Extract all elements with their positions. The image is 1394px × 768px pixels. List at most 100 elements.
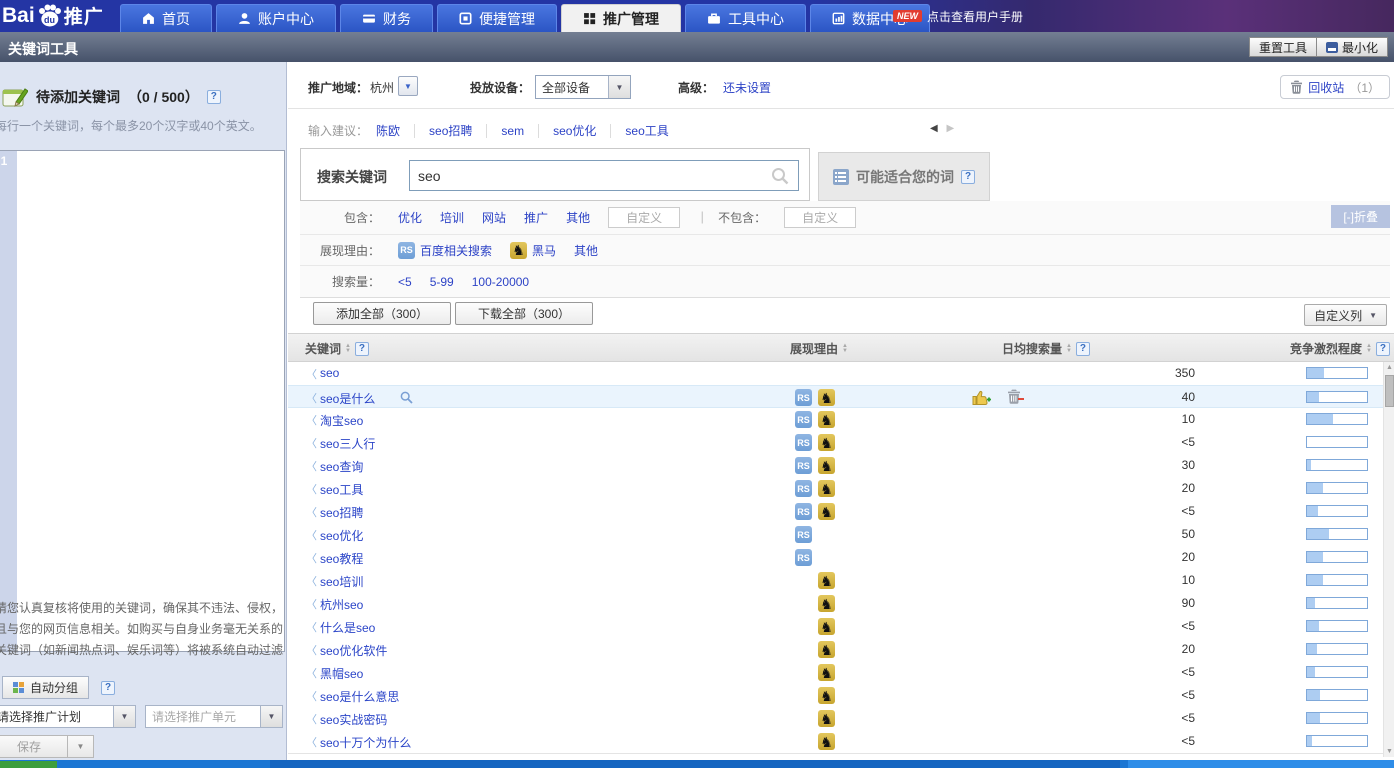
sort-icon[interactable]: ▲▼: [345, 344, 351, 354]
save-dropdown-arrow[interactable]: ▼: [68, 735, 94, 758]
exclude-custom-button[interactable]: 自定义: [784, 207, 856, 228]
reset-tool-button[interactable]: 重置工具: [1249, 37, 1317, 57]
pager-next-icon[interactable]: ▶: [946, 123, 954, 134]
table-row[interactable]: 〈 seo RS ♞ 35: [288, 362, 1384, 385]
table-row[interactable]: 〈 seo优化 RS ♞: [288, 523, 1384, 546]
add-keyword-thumb-icon[interactable]: [972, 389, 993, 409]
table-row[interactable]: 〈 seo是什么 RS ♞: [288, 385, 1384, 408]
include-option-link[interactable]: 推广: [524, 209, 548, 226]
suggestion-link[interactable]: sem: [486, 124, 538, 138]
table-row[interactable]: 〈 seo十万个为什么 RS ♞: [288, 730, 1384, 753]
vertical-scrollbar[interactable]: ▲ ▼: [1383, 362, 1394, 757]
delete-keyword-trash-icon[interactable]: [1007, 389, 1024, 409]
column-header-competition[interactable]: 竞争激烈程度 ▲▼ ?: [1290, 334, 1390, 363]
nav-tab-2[interactable]: 账户中心: [216, 4, 336, 32]
custom-columns-button[interactable]: 自定义列 ▼: [1304, 304, 1387, 326]
keyword-link[interactable]: seo是什么意思: [320, 688, 399, 705]
suggestion-link[interactable]: seo优化: [538, 124, 610, 138]
sort-icon[interactable]: ▲▼: [842, 344, 848, 354]
keyword-link[interactable]: seo教程: [320, 550, 363, 567]
keyword-link[interactable]: seo工具: [320, 481, 363, 498]
filter-darkhorse[interactable]: 黑马: [532, 242, 556, 259]
help-icon[interactable]: ?: [961, 170, 975, 184]
tab-suitable-words[interactable]: 可能适合您的词 ?: [818, 152, 990, 201]
nav-tab-3[interactable]: 财务: [340, 4, 433, 32]
keyword-link[interactable]: seo是什么: [320, 390, 375, 407]
keyword-link[interactable]: 黑帽seo: [320, 665, 363, 682]
pager-prev-icon[interactable]: ◀: [930, 123, 938, 134]
keyword-link[interactable]: 什么是seo: [320, 619, 375, 636]
region-dropdown-button[interactable]: ▼: [398, 76, 418, 96]
nav-tab-5[interactable]: 推广管理: [561, 4, 681, 32]
filter-baidu-related-search[interactable]: 百度相关搜索: [420, 242, 492, 259]
help-icon[interactable]: ?: [1376, 342, 1390, 356]
suggestion-link[interactable]: seo招聘: [414, 124, 486, 138]
nav-tab-4[interactable]: 便捷管理: [437, 4, 557, 32]
include-option-link[interactable]: 培训: [440, 209, 464, 226]
advanced-settings-link[interactable]: 还未设置: [723, 79, 771, 96]
keyword-link[interactable]: seo十万个为什么: [320, 734, 411, 751]
suggestion-link[interactable]: seo工具: [610, 124, 682, 138]
include-custom-button[interactable]: 自定义: [608, 207, 680, 228]
magnifier-icon[interactable]: [400, 391, 413, 407]
campaign-select[interactable]: 请选择推广计划 ▼: [0, 705, 136, 728]
nav-tab-6[interactable]: 工具中心: [685, 4, 806, 32]
collapse-toggle[interactable]: [-]折叠: [1331, 205, 1390, 228]
volume-option-link[interactable]: <5: [398, 275, 412, 289]
minimize-button[interactable]: 最小化: [1317, 37, 1388, 57]
scroll-up-arrow-icon[interactable]: ▲: [1384, 362, 1394, 373]
table-row[interactable]: 〈 seo三人行 RS ♞: [288, 431, 1384, 454]
table-row[interactable]: 〈 seo实战密码 RS ♞: [288, 707, 1384, 730]
scroll-down-arrow-icon[interactable]: ▼: [1384, 746, 1394, 757]
volume-option-link[interactable]: 100-20000: [472, 275, 529, 289]
table-row[interactable]: 〈 seo招聘 RS ♞: [288, 500, 1384, 523]
scrollbar-thumb[interactable]: [1385, 375, 1394, 407]
device-select[interactable]: 全部设备 ▼: [535, 75, 631, 99]
help-icon[interactable]: ?: [101, 681, 115, 695]
download-all-button[interactable]: 下载全部（300）: [455, 302, 593, 325]
include-option-link[interactable]: 网站: [482, 209, 506, 226]
table-row[interactable]: 〈 seo工具 RS ♞: [288, 477, 1384, 500]
recycle-bin-button[interactable]: 回收站 （1）: [1280, 75, 1390, 99]
include-option-link[interactable]: 优化: [398, 209, 422, 226]
keyword-link[interactable]: seo优化软件: [320, 642, 387, 659]
table-row[interactable]: 〈 seo是什么意思 RS ♞: [288, 684, 1384, 707]
save-button[interactable]: 保存: [0, 735, 68, 758]
keyword-link[interactable]: seo三人行: [320, 435, 375, 452]
keyword-link[interactable]: seo优化: [320, 527, 363, 544]
column-header-daily-volume[interactable]: 日均搜索量 ▲▼ ?: [1002, 334, 1090, 363]
adgroup-select[interactable]: 请选择推广单元 ▼: [145, 705, 283, 728]
keyword-link[interactable]: 杭州seo: [320, 596, 363, 613]
add-all-button[interactable]: 添加全部（300）: [313, 302, 451, 325]
suggestion-link[interactable]: 陈欧: [368, 124, 414, 138]
table-row[interactable]: 〈 seo培训 RS ♞: [288, 569, 1384, 592]
keyword-link[interactable]: seo招聘: [320, 504, 363, 521]
user-manual-link[interactable]: 点击查看用户手册: [927, 8, 1023, 25]
nav-tab-1[interactable]: 首页: [120, 4, 212, 32]
search-icon[interactable]: [771, 167, 789, 188]
column-header-keyword[interactable]: 关键词 ▲▼ ?: [305, 334, 369, 363]
keyword-link[interactable]: 淘宝seo: [320, 412, 363, 429]
keyword-link[interactable]: seo培训: [320, 573, 363, 590]
help-icon[interactable]: ?: [207, 90, 221, 104]
table-row[interactable]: 〈 seo查询 RS ♞: [288, 454, 1384, 477]
sort-icon[interactable]: ▲▼: [1066, 344, 1072, 354]
include-option-link[interactable]: 其他: [566, 209, 590, 226]
table-row[interactable]: 〈 杭州seo RS ♞: [288, 592, 1384, 615]
search-input[interactable]: [409, 160, 799, 191]
help-icon[interactable]: ?: [355, 342, 369, 356]
keyword-link[interactable]: seo查询: [320, 458, 363, 475]
table-row[interactable]: 〈 淘宝seo RS ♞: [288, 408, 1384, 431]
auto-group-button[interactable]: 自动分组: [2, 676, 89, 699]
keyword-link[interactable]: seo实战密码: [320, 711, 387, 728]
filter-reason-other[interactable]: 其他: [574, 242, 598, 259]
table-row[interactable]: 〈 黑帽seo RS ♞: [288, 661, 1384, 684]
volume-option-link[interactable]: 5-99: [430, 275, 454, 289]
column-header-display-reason[interactable]: 展现理由 ▲▼: [790, 334, 848, 363]
table-row[interactable]: 〈 seo优化软件 RS ♞: [288, 638, 1384, 661]
help-icon[interactable]: ?: [1076, 342, 1090, 356]
table-row[interactable]: 〈 什么是seo RS ♞: [288, 615, 1384, 638]
sort-icon[interactable]: ▲▼: [1366, 344, 1372, 354]
keywords-textarea[interactable]: [17, 151, 284, 651]
keyword-link[interactable]: seo: [320, 366, 339, 380]
